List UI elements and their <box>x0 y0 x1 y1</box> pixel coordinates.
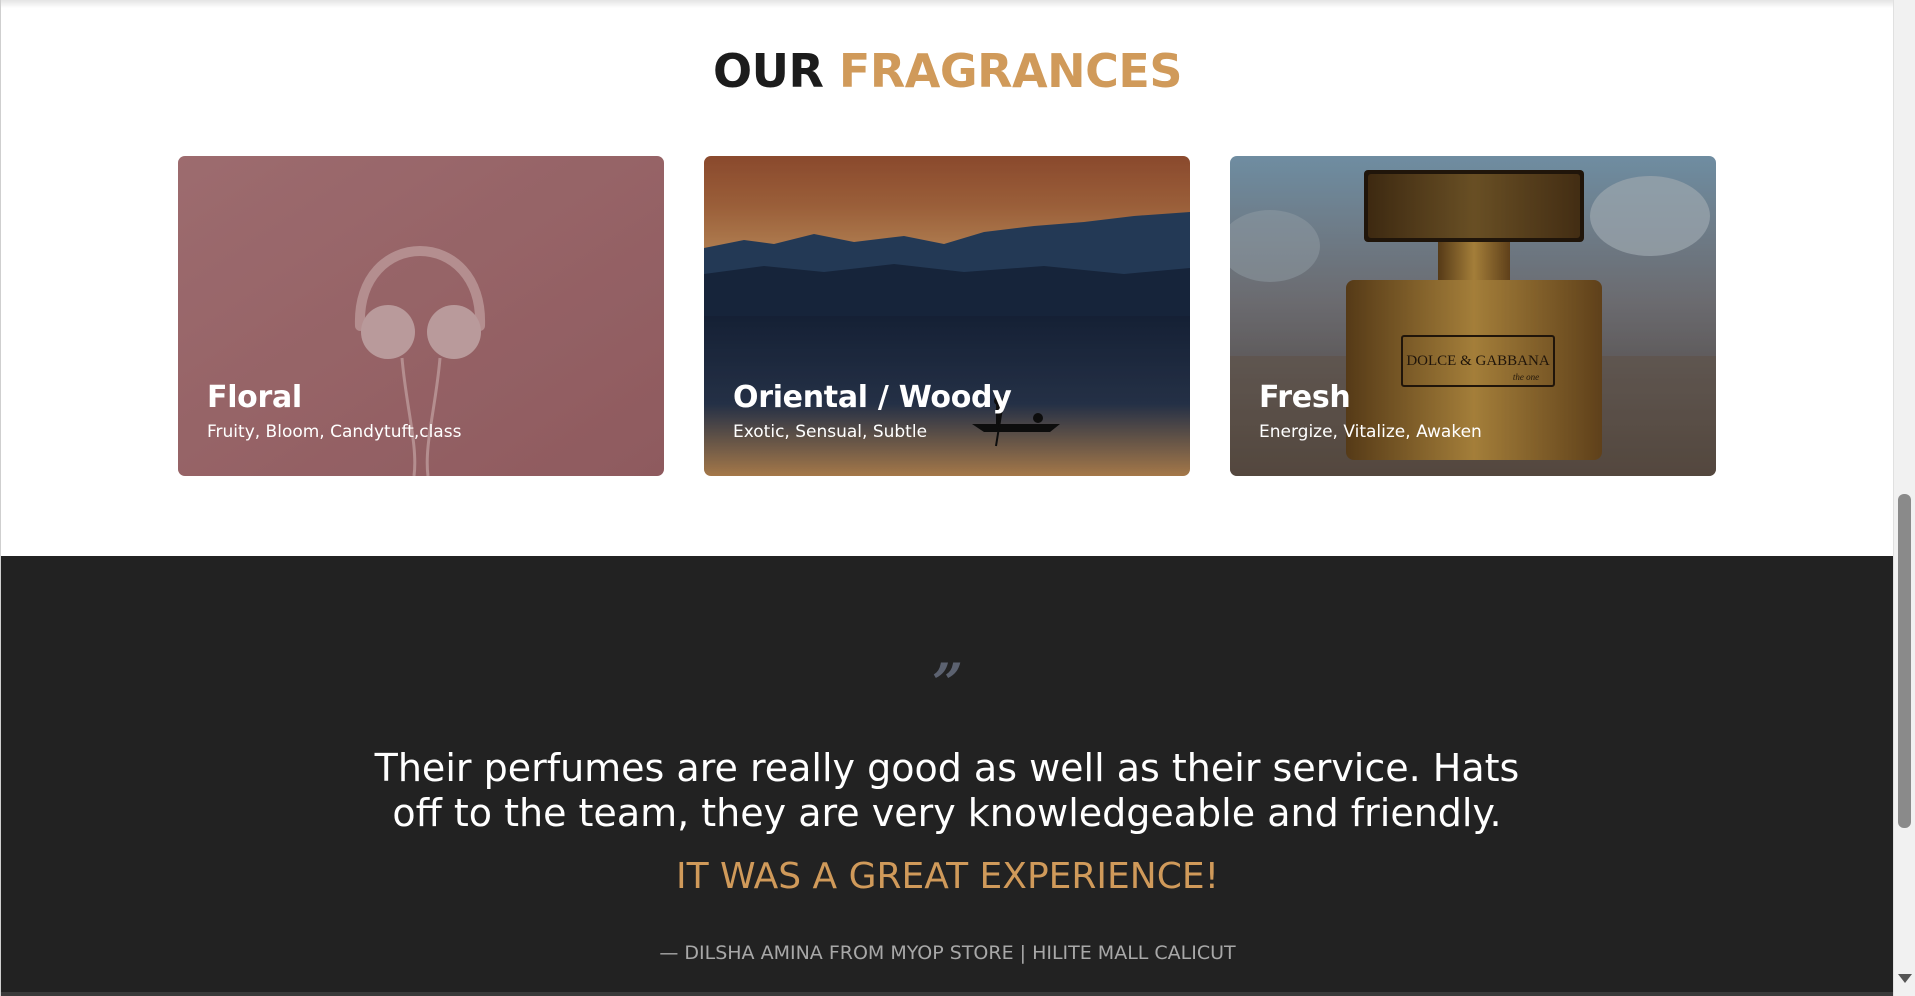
card-title: Oriental / Woody <box>733 380 1012 415</box>
vertical-scrollbar[interactable] <box>1893 0 1915 996</box>
testimonial-text: Their perfumes are really good as well a… <box>374 746 1520 835</box>
card-subtitle: Exotic, Sensual, Subtle <box>733 422 928 442</box>
testimonial-section: ” Their perfumes are really good as well… <box>1 556 1894 996</box>
testimonial-author: — DILSHA AMINA FROM MYOP STORE | HILITE … <box>659 942 1236 964</box>
card-title: Fresh <box>1259 380 1351 415</box>
fragrance-card-oriental-woody[interactable]: Oriental / Woody Exotic, Sensual, Subtle <box>704 156 1190 476</box>
fragrances-section: OUR FRAGRANCES Floral Fruity, Bloom, Can… <box>1 0 1894 556</box>
section-title: OUR FRAGRANCES <box>1 44 1894 98</box>
scroll-down-arrow-icon[interactable] <box>1898 974 1912 983</box>
bottom-edge <box>1 992 1894 996</box>
fragrance-card-floral[interactable]: Floral Fruity, Bloom, Candytuft,class <box>178 156 664 476</box>
fragrance-card-fresh[interactable]: DOLCE & GABBANA the one Fresh Energize, … <box>1230 156 1716 476</box>
testimonial-highlight: IT WAS A GREAT EXPERIENCE! <box>675 856 1220 897</box>
card-subtitle: Fruity, Bloom, Candytuft,class <box>207 422 462 442</box>
section-title-accent: FRAGRANCES <box>838 44 1183 98</box>
quote-icon: ” <box>931 651 964 715</box>
card-title: Floral <box>207 380 302 415</box>
page: OUR FRAGRANCES Floral Fruity, Bloom, Can… <box>0 0 1894 996</box>
header-shadow <box>1 0 1894 8</box>
section-title-dark: OUR <box>713 44 824 98</box>
card-subtitle: Energize, Vitalize, Awaken <box>1259 422 1482 442</box>
scrollbar-thumb[interactable] <box>1898 494 1911 828</box>
